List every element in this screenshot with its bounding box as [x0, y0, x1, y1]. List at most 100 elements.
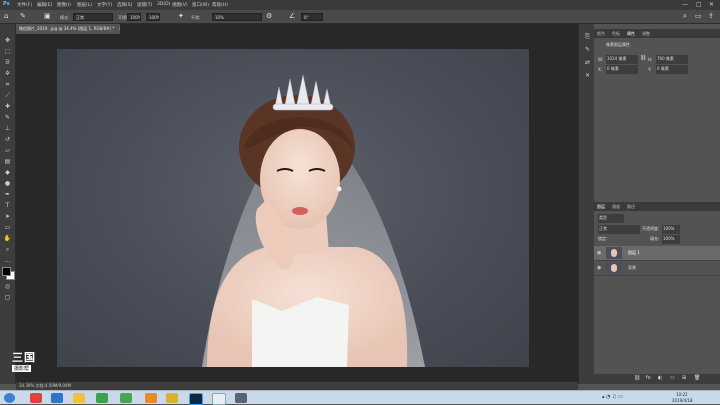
crop-tool-icon[interactable]: ⌗ [3, 80, 12, 89]
menu-edit[interactable]: 编辑(E) [37, 2, 52, 8]
zoom-tool-icon[interactable]: ⌕ [3, 245, 12, 254]
canvas-image[interactable] [57, 49, 529, 367]
history-panel-icon[interactable]: ⎘ [583, 32, 592, 41]
angle-field[interactable]: 0° [301, 13, 323, 21]
mode-select[interactable]: 正常 [73, 13, 113, 21]
menu-3d[interactable]: 3D(D) [157, 2, 170, 7]
screen-mode-icon[interactable]: ▢ [3, 293, 12, 302]
fill-field[interactable]: 100% [662, 235, 680, 244]
new-layer-icon[interactable]: ⊞ [682, 375, 686, 381]
app-icon-gray[interactable] [235, 393, 247, 403]
flow-field[interactable]: 100% [146, 13, 160, 21]
visibility-eye-icon[interactable]: ◉ [597, 265, 601, 271]
visibility-eye-icon[interactable]: ◉ [597, 250, 601, 256]
menu-view[interactable]: 视图(V) [172, 2, 188, 8]
tab-swatches[interactable]: 色板 [612, 31, 620, 37]
smooth-field[interactable]: 10% [212, 13, 262, 21]
folder-icon[interactable] [73, 393, 85, 403]
app-icon-red[interactable] [30, 393, 42, 403]
menu-file[interactable]: 文件(F) [17, 2, 32, 8]
w-field[interactable]: 1024 像素 [606, 55, 638, 64]
wechat-icon[interactable] [96, 393, 108, 403]
brush-panel-icon[interactable]: ✎ [583, 45, 592, 54]
close-button[interactable]: ✕ [709, 1, 714, 8]
foreground-color-swatch[interactable] [2, 267, 11, 276]
opacity-field[interactable]: 100% [127, 13, 141, 21]
app-icon-blue[interactable] [51, 393, 63, 403]
brush-preset-icon[interactable]: ✎ [20, 12, 26, 20]
tab-adjustments[interactable]: 调整 [642, 31, 650, 37]
menu-image[interactable]: 图像(I) [57, 2, 71, 8]
quick-mask-icon[interactable]: ◎ [3, 282, 12, 291]
shape-tool-icon[interactable]: ▭ [3, 223, 12, 232]
minimize-button[interactable]: — [682, 1, 688, 8]
layer-opacity-field[interactable]: 100% [662, 225, 680, 234]
app-icon-green[interactable] [120, 393, 132, 403]
layer-row[interactable]: ◉ 图层 1 [594, 246, 720, 261]
x-label: X: [598, 67, 603, 72]
close-tab-icon[interactable]: ✕ [119, 26, 120, 31]
tab-properties[interactable]: 属性 [627, 31, 635, 37]
blur-tool-icon[interactable]: ◆ [3, 168, 12, 177]
marquee-tool-icon[interactable]: ⬚ [3, 47, 12, 56]
document-tab[interactable]: 微信图片_2019...jpg @ 34.4% (图层 1, RGB/8#) *… [16, 24, 120, 34]
y-field[interactable]: 0 像素 [656, 65, 688, 74]
brush-settings-icon[interactable]: ▣ [44, 12, 51, 20]
lasso-tool-icon[interactable]: ᘐ [3, 58, 12, 67]
clone-stamp-tool-icon[interactable]: ⊥ [3, 124, 12, 133]
tab-paths[interactable]: 路径 [627, 204, 635, 210]
pen-tool-icon[interactable]: ✒ [3, 190, 12, 199]
clock-date[interactable]: 2019/4/18 [672, 398, 693, 403]
quick-select-tool-icon[interactable]: ✲ [3, 69, 12, 78]
tools-preset-icon[interactable]: ✕ [583, 71, 592, 80]
menu-filter[interactable]: 滤镜(T) [137, 2, 152, 8]
type-tool-icon[interactable]: T [3, 201, 12, 210]
mask-icon[interactable]: ◐ [658, 375, 662, 381]
clock-time[interactable]: 10:22 [676, 392, 688, 397]
eyedropper-tool-icon[interactable]: ⟋ [3, 91, 12, 100]
tab-layers[interactable]: 图层 [597, 204, 605, 210]
path-select-tool-icon[interactable]: ➤ [3, 212, 12, 221]
menu-window[interactable]: 窗口(W) [192, 2, 209, 8]
workspace-icon[interactable]: ▭ [695, 12, 702, 20]
eraser-tool-icon[interactable]: ▱ [3, 146, 12, 155]
tab-color[interactable]: 颜色 [597, 31, 605, 37]
w-label: W: [598, 57, 604, 62]
menu-help[interactable]: 帮助(H) [212, 2, 228, 8]
search-icon[interactable]: ⌕ [683, 12, 687, 21]
dodge-tool-icon[interactable]: ● [3, 179, 12, 188]
home-icon[interactable]: ⌂ [4, 12, 8, 20]
menu-select[interactable]: 选择(S) [117, 2, 132, 8]
fx-icon[interactable]: fx [646, 375, 651, 381]
link-icon[interactable]: ⛓ [640, 55, 646, 61]
x-field[interactable]: 0 像素 [606, 65, 638, 74]
menu-layer[interactable]: 图层(L) [77, 2, 92, 8]
layer-row[interactable]: ◉ 背景 [594, 261, 720, 276]
app-icon-orange[interactable] [145, 393, 157, 403]
brush-tool-icon[interactable]: ✎ [3, 113, 12, 122]
history-brush-tool-icon[interactable]: ↺ [3, 135, 12, 144]
new-group-icon[interactable]: ▭ [670, 375, 675, 381]
start-icon[interactable] [4, 393, 15, 403]
delete-layer-icon[interactable]: 🗑 [694, 375, 700, 381]
layer-kind-filter[interactable]: 类型 [598, 214, 624, 223]
link-layers-icon[interactable]: ⛓ [634, 375, 640, 381]
more-tools-icon[interactable]: … [3, 256, 12, 265]
menu-type[interactable]: 文字(Y) [97, 2, 112, 8]
tray-icons[interactable]: ▴ ◔ ♫ ▭ [602, 394, 623, 400]
healing-brush-tool-icon[interactable]: ✚ [3, 102, 12, 111]
tab-channels[interactable]: 通道 [612, 204, 620, 210]
gradient-tool-icon[interactable]: ▤ [3, 157, 12, 166]
app-icon-yellow[interactable] [166, 393, 178, 403]
airbrush-icon[interactable]: ✦ [178, 12, 184, 20]
hand-tool-icon[interactable]: ✋ [3, 234, 12, 243]
maximize-button[interactable]: □ [696, 1, 702, 8]
share-icon[interactable]: ⇪ [708, 12, 714, 20]
app-icon-white[interactable] [212, 393, 226, 405]
photoshop-taskbar-icon[interactable] [189, 393, 203, 405]
smoothing-settings-icon[interactable]: ⚙ [266, 12, 272, 20]
h-field[interactable]: 700 像素 [656, 55, 688, 64]
adjustments-panel-icon[interactable]: ⇄ [583, 58, 592, 67]
blend-mode-select[interactable]: 正常 [598, 225, 640, 234]
move-tool-icon[interactable]: ✥ [3, 36, 12, 45]
